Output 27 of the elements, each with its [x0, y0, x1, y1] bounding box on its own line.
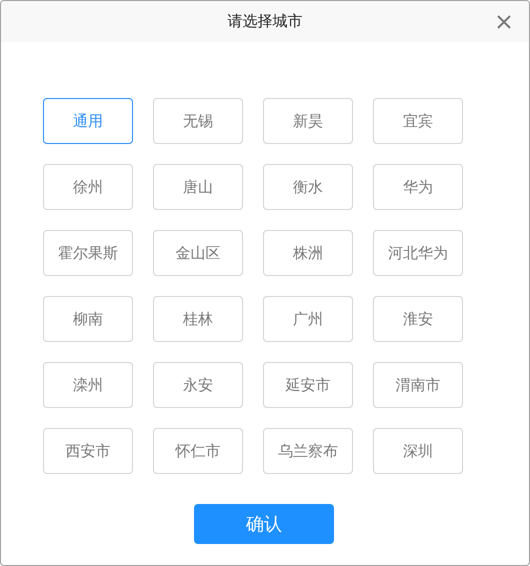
- close-icon[interactable]: [497, 15, 511, 29]
- window-title: 请选择城市: [228, 12, 302, 31]
- city-option[interactable]: 延安市: [263, 362, 353, 408]
- city-option[interactable]: 怀仁市: [153, 428, 243, 474]
- city-option[interactable]: 唐山: [153, 164, 243, 210]
- city-option[interactable]: 新昊: [263, 98, 353, 144]
- city-option[interactable]: 桂林: [153, 296, 243, 342]
- city-option[interactable]: 乌兰察布: [263, 428, 353, 474]
- city-option[interactable]: 华为: [373, 164, 463, 210]
- city-option[interactable]: 河北华为: [373, 230, 463, 276]
- city-option[interactable]: 株洲: [263, 230, 353, 276]
- city-option[interactable]: 广州: [263, 296, 353, 342]
- city-option[interactable]: 西安市: [43, 428, 133, 474]
- city-option[interactable]: 滦州: [43, 362, 133, 408]
- city-option[interactable]: 通用: [43, 98, 133, 144]
- city-option[interactable]: 无锡: [153, 98, 243, 144]
- city-option[interactable]: 永安: [153, 362, 243, 408]
- confirm-button[interactable]: 确认: [194, 504, 334, 544]
- city-option[interactable]: 柳南: [43, 296, 133, 342]
- city-option[interactable]: 金山区: [153, 230, 243, 276]
- city-option[interactable]: 渭南市: [373, 362, 463, 408]
- city-option[interactable]: 淮安: [373, 296, 463, 342]
- city-option[interactable]: 霍尔果斯: [43, 230, 133, 276]
- city-option[interactable]: 深圳: [373, 428, 463, 474]
- city-option[interactable]: 衡水: [263, 164, 353, 210]
- city-option[interactable]: 宜宾: [373, 98, 463, 144]
- city-option[interactable]: 徐州: [43, 164, 133, 210]
